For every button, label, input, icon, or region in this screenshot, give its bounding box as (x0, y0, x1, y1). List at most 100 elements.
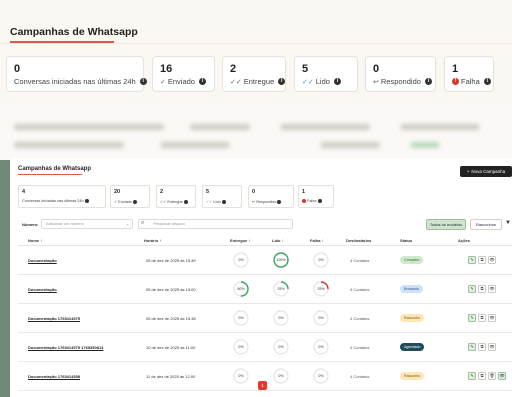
info-icon[interactable]: i (278, 78, 286, 85)
stat-label-text: Enviado (167, 77, 195, 86)
percent-gauge: 0% (312, 309, 330, 327)
copy-icon[interactable]: ⧉ (478, 343, 486, 351)
stat-label: ✓ Enviado (114, 199, 137, 204)
col-time[interactable]: Horário ↑ (144, 238, 161, 243)
mini-stat-read: 5 ✓✓ Lido (202, 185, 242, 208)
stat-label-text: Entregue (167, 199, 183, 204)
view-icon[interactable]: 👁 (488, 314, 496, 322)
stat-label-text: Respondido (380, 77, 421, 86)
campaign-name-link[interactable]: Documentação (28, 287, 57, 292)
stat-card-sent: 16 ✓ Enviado i (152, 56, 215, 92)
info-icon[interactable]: i (483, 78, 491, 85)
info-icon[interactable]: i (424, 78, 432, 85)
col-label: Horário (144, 238, 159, 243)
view-icon[interactable]: 👁 (488, 343, 496, 351)
stat-value: 20 (114, 189, 121, 195)
percent-gauge: 0% (312, 367, 330, 385)
percent-gauge: 0% (232, 338, 250, 356)
edit-icon[interactable]: ✎ (468, 285, 476, 293)
new-campaign-button[interactable]: + Nova Campanha (460, 166, 512, 177)
info-icon[interactable] (84, 199, 89, 203)
blurred-line (14, 142, 124, 148)
campaigns-page: Campanhas de Whatsapp + Nova Campanha 4 C… (10, 158, 512, 397)
campaign-name-link[interactable]: Documentação 1765414575 (28, 316, 80, 321)
row-actions: ✎ ⧉ 👁 (468, 343, 496, 351)
reply-icon: ↩ (373, 78, 379, 86)
col-delivered[interactable]: Entregue ↑ (230, 238, 250, 243)
sort-icon: ↑ (281, 238, 284, 243)
copy-icon[interactable]: ⧉ (478, 372, 486, 380)
col-read[interactable]: Lido ↑ (272, 238, 284, 243)
stat-label: ! Falha i (452, 77, 491, 86)
row-actions: ✎ ⧉ 👁 (468, 256, 496, 264)
pagination-page-1[interactable]: 1 (258, 381, 267, 390)
stat-value: 0 (14, 63, 21, 75)
info-icon[interactable]: i (333, 78, 341, 85)
info-icon[interactable] (132, 199, 137, 204)
info-icon[interactable] (183, 199, 188, 204)
all-models-button[interactable]: Todos os modelos (426, 219, 466, 230)
gauge-value: 0% (318, 316, 324, 320)
edit-icon[interactable]: ✎ (468, 372, 476, 380)
edit-icon[interactable]: ✎ (468, 256, 476, 264)
stat-card-delivered: 2 ✓✓ Entregue i (222, 56, 286, 92)
blurred-line (410, 142, 440, 148)
col-name[interactable]: Nome ↑ (28, 238, 42, 243)
copy-icon[interactable]: ⧉ (478, 256, 486, 264)
edit-icon[interactable]: ✎ (468, 314, 476, 322)
col-failed[interactable]: Falha ↑ (310, 238, 324, 243)
gauge-value: 0% (318, 258, 324, 262)
campaign-name-link[interactable]: Documentação 1765414558 (28, 374, 80, 379)
recipients-count: 4 Contatos (350, 345, 370, 350)
copy-icon[interactable]: ⧉ (478, 314, 486, 322)
col-label: Falha (310, 238, 321, 243)
filter-icon[interactable]: ▼ (505, 220, 511, 226)
info-icon[interactable]: i (139, 78, 147, 85)
search-icon: ⌕ (141, 220, 145, 226)
status-badge: Rascunho (400, 372, 425, 380)
stat-value: 1 (302, 189, 306, 195)
double-check-icon: ✓✓ (230, 78, 242, 86)
col-status: Status (400, 238, 413, 243)
table-row: Documentação 1765414575 1765350813 10 de … (18, 333, 512, 362)
blurred-line (280, 124, 370, 130)
stat-card-failed: 1 ! Falha i (444, 56, 494, 92)
gauge-value: 0% (238, 258, 244, 262)
gauge-value: 0% (318, 374, 324, 378)
info-icon[interactable] (221, 199, 226, 204)
stat-value: 0 (252, 189, 256, 195)
status-badge: Completo (400, 256, 424, 264)
percent-gauge: 25% (272, 280, 290, 298)
info-icon[interactable]: i (198, 78, 206, 85)
view-icon[interactable]: 👁 (488, 285, 496, 293)
view-icon[interactable]: 👁 (488, 256, 496, 264)
search-input[interactable]: Pesquisar disparo (138, 219, 293, 229)
percent-gauge: 0% (232, 251, 250, 269)
info-icon[interactable] (277, 199, 282, 204)
table-header: Nome ↑ Horário ↑ Entregue ↑ Lido ↑ Falha… (18, 236, 512, 246)
blurred-table-preview (0, 104, 512, 160)
campaign-name-link[interactable]: Documentação (28, 258, 57, 263)
number-select[interactable]: Adicionar um número (41, 219, 133, 229)
campaign-name-link[interactable]: Documentação 1765414575 1765350813 (28, 345, 103, 350)
drafts-button[interactable]: Rascunhos (470, 219, 502, 230)
stat-label: ✓✓ Lido i (302, 77, 341, 86)
delete-icon[interactable]: 🗑 (488, 372, 496, 380)
sort-icon: ↑ (248, 238, 251, 243)
edit-icon[interactable]: ✎ (468, 343, 476, 351)
row-actions: ✎ ⧉ 👁 (468, 314, 496, 322)
reply-icon: ↩ (252, 200, 256, 204)
chevron-down-icon: ⌄ (126, 221, 130, 226)
view-icon[interactable]: 👁 (498, 372, 506, 380)
copy-icon[interactable]: ⧉ (478, 285, 486, 293)
blurred-line (320, 142, 380, 148)
sort-icon: ↑ (40, 238, 43, 243)
table-row: Documentação 1765414575 05 de dez de 2025… (18, 304, 512, 333)
campaign-time: 05 de dez de 2025 às 13:00 (146, 287, 196, 292)
percent-gauge: 100% (272, 251, 290, 269)
info-icon[interactable] (317, 199, 322, 203)
percent-gauge: 0% (272, 309, 290, 327)
stat-label-text: Lido (213, 199, 221, 204)
stat-card-read: 5 ✓✓ Lido i (294, 56, 358, 92)
campaign-time: 11 de dez de 2025 às 12:00 (146, 374, 196, 379)
